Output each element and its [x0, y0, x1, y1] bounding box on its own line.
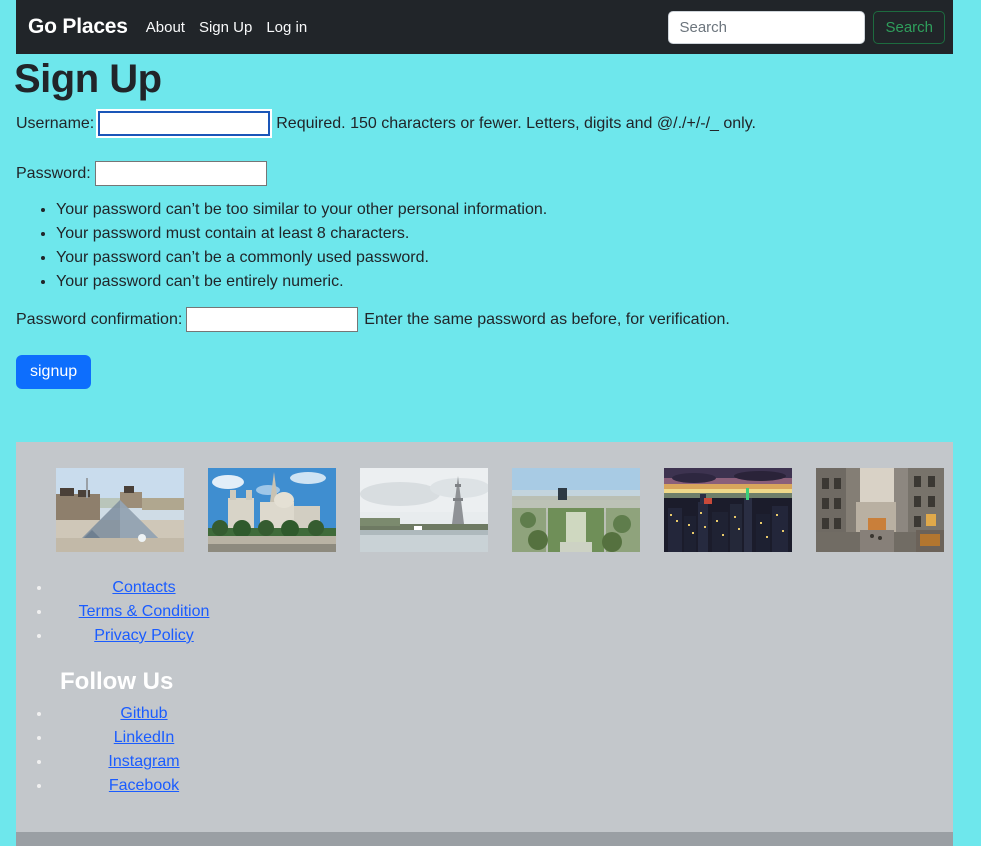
brand-logo[interactable]: Go Places	[28, 15, 128, 39]
nav-link-about[interactable]: About	[146, 19, 185, 36]
footer-bottom-bar	[16, 832, 953, 846]
nav-link-login[interactable]: Log in	[266, 19, 307, 36]
password-rule: Your password can’t be a commonly used p…	[56, 246, 981, 270]
nav-link-signup[interactable]: Sign Up	[199, 19, 252, 36]
follow-us-heading: Follow Us	[60, 668, 174, 695]
gallery-image-eiffel-tower-seine[interactable]	[360, 468, 488, 552]
gallery-image-notre-dame[interactable]	[208, 468, 336, 552]
gallery-image-paris-aerial-champ-de-mars[interactable]	[512, 468, 640, 552]
footer-link-terms[interactable]: Terms & Condition	[79, 603, 210, 620]
page-title: Sign Up	[14, 57, 162, 101]
search-button[interactable]: Search	[873, 10, 945, 44]
password-rule: Your password can’t be too similar to yo…	[56, 198, 981, 222]
social-link-item: LinkedIn	[52, 726, 236, 750]
password-confirmation-help-text: Enter the same password as before, for v…	[364, 310, 730, 328]
footer-links-list: Contacts Terms & Condition Privacy Polic…	[16, 576, 236, 648]
social-link-facebook[interactable]: Facebook	[109, 777, 179, 794]
navbar: Go Places About Sign Up Log in Search	[16, 0, 953, 54]
social-link-linkedin[interactable]: LinkedIn	[114, 729, 175, 746]
social-links-list: Github LinkedIn Instagram Facebook	[16, 702, 236, 798]
footer-link-contacts[interactable]: Contacts	[112, 579, 175, 596]
footer-gallery	[16, 442, 953, 552]
password-input[interactable]	[94, 161, 267, 186]
search-input[interactable]	[668, 10, 866, 44]
nav-links: About Sign Up Log in	[146, 19, 307, 36]
social-link-instagram[interactable]: Instagram	[108, 753, 179, 770]
footer-link-item: Privacy Policy	[52, 624, 236, 648]
social-link-item: Github	[52, 702, 236, 726]
main-content: Sign Up Username: Required. 150 characte…	[0, 54, 981, 389]
gallery-image-city-skyline-dusk[interactable]	[664, 468, 792, 552]
username-label: Username:	[16, 114, 95, 132]
password-confirmation-label: Password confirmation:	[16, 310, 183, 328]
social-link-github[interactable]: Github	[120, 705, 167, 722]
password-rules-list: Your password can’t be too similar to yo…	[16, 198, 981, 294]
footer-link-item: Contacts	[52, 576, 236, 600]
username-help-text: Required. 150 characters or fewer. Lette…	[276, 114, 756, 132]
password-confirmation-input[interactable]	[186, 307, 359, 332]
password-rule: Your password can’t be entirely numeric.	[56, 270, 981, 294]
search-form: Search	[668, 10, 945, 44]
password-label: Password:	[16, 164, 91, 182]
signup-button[interactable]: signup	[16, 355, 92, 389]
social-link-item: Instagram	[52, 750, 236, 774]
password-confirmation-row: Password confirmation: Enter the same pa…	[16, 306, 981, 335]
signup-form: Username: Required. 150 characters or fe…	[0, 108, 981, 389]
footer: Contacts Terms & Condition Privacy Polic…	[16, 442, 953, 832]
gallery-image-louvre-pyramid[interactable]	[56, 468, 184, 552]
username-row: Username: Required. 150 characters or fe…	[16, 108, 981, 139]
footer-link-privacy[interactable]: Privacy Policy	[94, 627, 194, 644]
footer-link-item: Terms & Condition	[52, 600, 236, 624]
gallery-image-paris-street[interactable]	[816, 468, 944, 552]
social-link-item: Facebook	[52, 774, 236, 798]
password-rule: Your password must contain at least 8 ch…	[56, 222, 981, 246]
username-input[interactable]	[98, 111, 271, 136]
password-row: Password:	[16, 158, 981, 189]
